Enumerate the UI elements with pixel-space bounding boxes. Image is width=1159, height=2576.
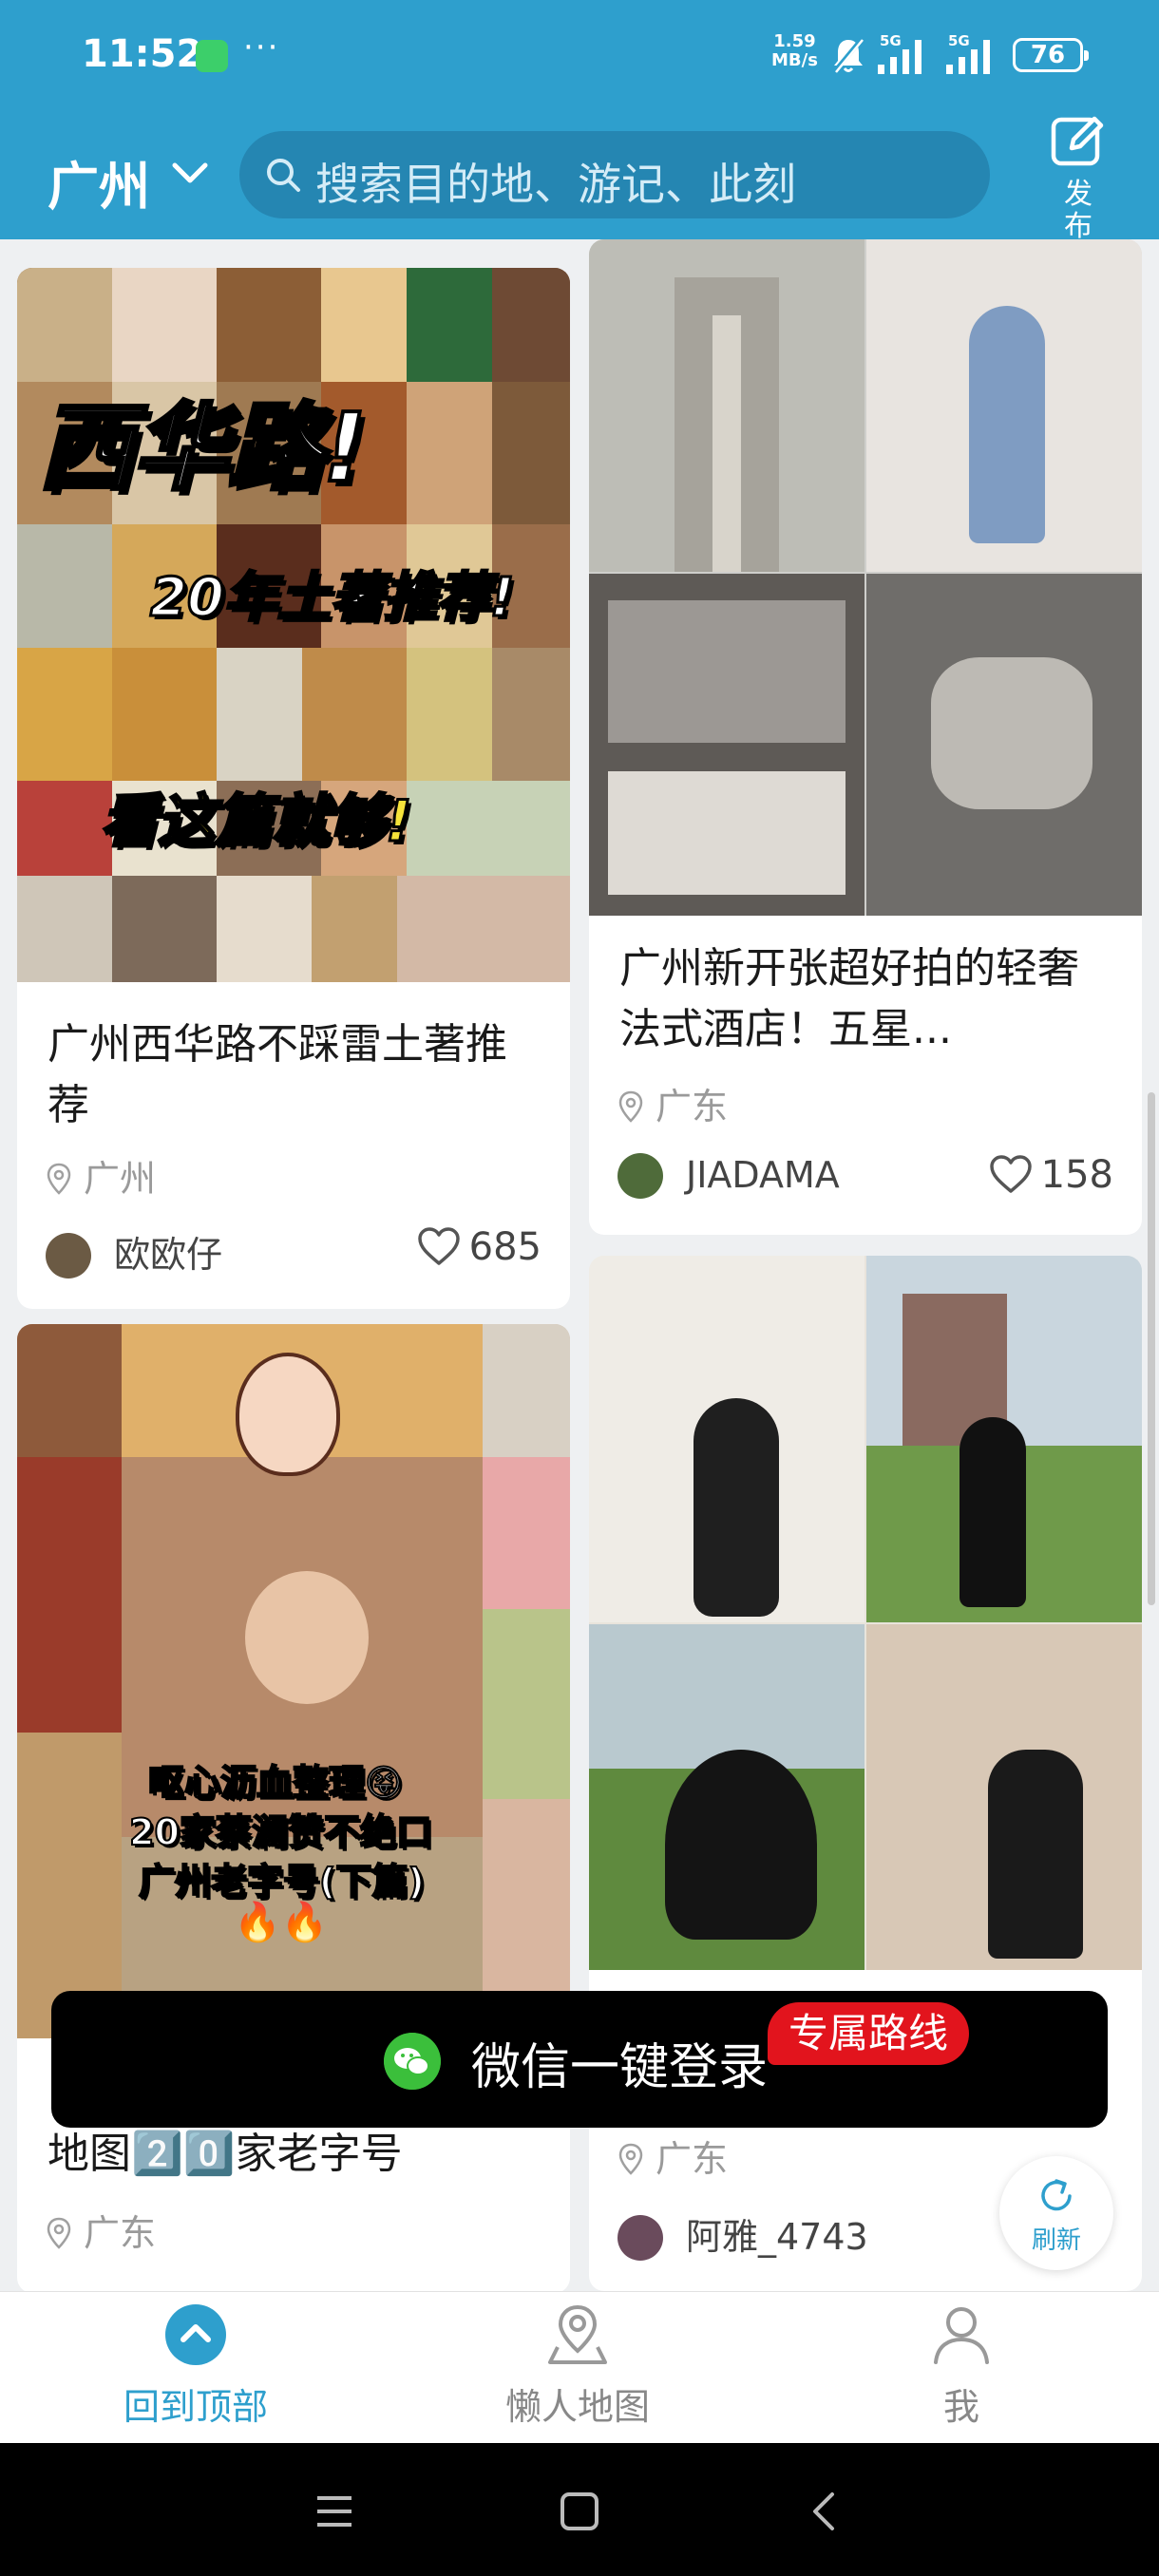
cover-overlay-text: 20家蔡澜赞不绝口	[128, 1810, 433, 1854]
note-location: 广东	[46, 2204, 156, 2256]
cover-overlay-text: 呕心沥血整理😝	[147, 1761, 404, 1805]
refresh-button[interactable]: 刷新	[999, 2156, 1113, 2270]
wechat-icon	[384, 2033, 441, 2090]
location-pin-icon	[618, 1090, 643, 1123]
app-notification-icon	[196, 40, 228, 72]
note-cover-image: 呕心沥血整理😝 20家蔡澜赞不绝口 广州老字号(下篇) 🔥🔥	[17, 1324, 570, 2038]
cover-overlay-text: 西华路!	[36, 390, 369, 505]
search-placeholder: 搜索目的地、游记、此刻	[315, 159, 796, 210]
app-header: 11:52 ··· 1.59 MB/s 5G 5G 76 广州 搜索目的地、游记…	[0, 0, 1159, 239]
note-card[interactable]: 广州新开张超好拍的轻奢法式酒店！五星... 广东 JIADAMA 158	[589, 239, 1142, 1235]
svg-text:5G: 5G	[880, 32, 902, 49]
note-author[interactable]: 欧欧仔	[46, 1225, 222, 1279]
note-author[interactable]: 阿雅_4743	[618, 2207, 868, 2261]
more-notifications-icon: ···	[243, 28, 280, 66]
nav-me[interactable]: 我	[819, 2301, 1104, 2430]
person-icon	[934, 2307, 989, 2364]
edit-icon	[1051, 116, 1104, 166]
heart-icon	[417, 1227, 460, 1265]
location-pin-icon	[618, 2143, 643, 2175]
cover-overlay-text: 广州老字号(下篇)	[138, 1860, 426, 1904]
publish-button[interactable]: 发布	[1045, 110, 1112, 239]
nav-label: 我	[942, 2386, 979, 2428]
chevron-down-icon[interactable]	[171, 160, 209, 186]
recent-apps-icon[interactable]	[314, 2491, 355, 2532]
avatar	[618, 1153, 663, 1199]
note-author[interactable]: JIADAMA	[618, 1153, 840, 1199]
cover-overlay-text: 🔥🔥	[234, 1901, 329, 1944]
note-card[interactable]: 西华路! 20年土著推荐! 看这篇就够! 广州西华路不踩雷土著推荐 广州 欧欧仔…	[17, 268, 570, 1309]
note-cover-image	[589, 1256, 1142, 1970]
note-title: 广州西华路不踩雷土著推荐	[48, 1020, 507, 1129]
signal-5g-icon: 5G	[878, 32, 922, 74]
note-title: 广州新开张超好拍的轻奢法式酒店！五星...	[619, 944, 1079, 1053]
status-time: 11:52	[82, 32, 203, 76]
bottom-nav: 回到顶部 懒人地图 我	[0, 2291, 1159, 2443]
mascot-icon	[236, 1353, 340, 1476]
system-nav-bar	[0, 2443, 1159, 2576]
battery-icon: 76	[1013, 38, 1089, 72]
map-pin-icon	[548, 2304, 607, 2364]
note-cover-image: 西华路! 20年土著推荐! 看这篇就够!	[17, 268, 570, 982]
nav-label: 回到顶部	[123, 2386, 268, 2428]
cover-overlay-text: 20年土著推荐!	[148, 566, 515, 631]
note-location: 广东	[618, 2130, 728, 2182]
search-icon	[267, 159, 300, 192]
publish-label: 发布	[1064, 178, 1092, 240]
back-icon[interactable]	[804, 2491, 846, 2532]
note-cover-image	[589, 239, 1142, 916]
search-input[interactable]: 搜索目的地、游记、此刻	[239, 131, 990, 218]
wechat-login-label: 微信一键登录	[471, 2039, 769, 2096]
status-bar: 11:52 ··· 1.59 MB/s 5G 5G 76	[0, 0, 1159, 112]
note-location: 广州	[46, 1149, 156, 1202]
nav-lazy-map[interactable]: 懒人地图	[435, 2301, 720, 2430]
like-count[interactable]: 158	[988, 1153, 1113, 1197]
note-card[interactable]: 广东 阿雅_4743	[589, 1256, 1142, 2291]
network-speed: 1.59 MB/s	[771, 31, 818, 70]
location-pin-icon	[47, 1163, 71, 1195]
avatar	[618, 2215, 663, 2261]
note-location: 广东	[618, 1077, 728, 1129]
avatar	[46, 1233, 91, 1279]
location-pin-icon	[47, 2217, 71, 2249]
mute-bell-icon	[832, 36, 864, 74]
like-count[interactable]: 685	[416, 1225, 542, 1269]
refresh-label: 刷新	[1031, 2226, 1081, 2255]
city-selector[interactable]: 广州	[48, 144, 150, 219]
note-card[interactable]: 呕心沥血整理😝 20家蔡澜赞不绝口 广州老字号(下篇) 🔥🔥 地图2️⃣0️⃣家…	[17, 1324, 570, 2293]
svg-text:5G: 5G	[948, 32, 970, 49]
home-icon[interactable]	[559, 2491, 600, 2532]
nav-label: 懒人地图	[504, 2386, 650, 2428]
signal-5g-icon: 5G	[946, 32, 990, 74]
nav-back-to-top[interactable]: 回到顶部	[53, 2301, 338, 2430]
cover-overlay-text: 看这篇就够!	[99, 787, 412, 857]
chevron-up-circle-icon	[165, 2304, 226, 2365]
exclusive-route-badge: 专属路线	[768, 2002, 970, 2065]
scrollbar[interactable]	[1148, 1092, 1155, 1605]
note-title: 地图2️⃣0️⃣家老字号	[48, 2130, 403, 2178]
refresh-icon	[1041, 2179, 1072, 2211]
heart-icon	[989, 1155, 1032, 1193]
